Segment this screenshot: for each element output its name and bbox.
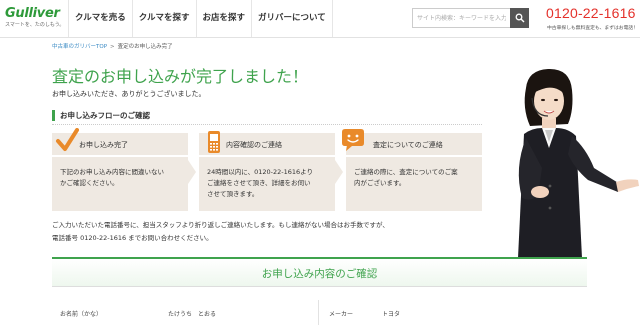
confirm-section-header: お申し込み内容のご確認 <box>52 257 587 286</box>
speech-bubble-icon <box>342 129 364 151</box>
breadcrumb-home-link[interactable]: 中古車のガリバーTOP <box>52 44 107 50</box>
mobile-phone-icon <box>208 131 220 153</box>
site-header: Gulliver スマートを、たのしもう。 クルマを売る クルマを探す お店を探… <box>0 0 640 38</box>
phone-note: 中古車探しも無料査定も、まずはお電話！ <box>547 26 638 31</box>
flow-step-completed: お申し込み完了 下記のお申し込み内容に間違いない かご確認ください。 <box>52 128 188 211</box>
breadcrumb: 中古車のガリバーTOP > 査定のお申し込み完了 <box>52 42 173 50</box>
flow-step-body: 下記のお申し込み内容に間違いない かご確認ください。 <box>60 167 182 189</box>
breadcrumb-separator: > <box>110 44 115 50</box>
logo-tagline: スマートを、たのしもう。 <box>5 22 65 28</box>
site-search <box>412 8 529 28</box>
flow-step-contact: 内容確認のご連絡 24時間以内に、0120-22-1616より ご連絡をさせて頂… <box>199 131 335 211</box>
gulliver-logo[interactable]: Gulliver スマートを、たのしもう。 <box>5 7 67 31</box>
nav-item-search-car[interactable]: クルマを探す <box>131 0 196 37</box>
table-column-divider <box>318 300 319 325</box>
flow-step-title: 内容確認のご連絡 <box>226 141 282 149</box>
flow-step-title: 査定についてのご連絡 <box>373 141 443 149</box>
maker-label: メーカー <box>329 311 354 318</box>
name-label: お名前（かな） <box>60 311 103 318</box>
page-title: 査定のお申し込みが完了しました！ <box>52 67 309 86</box>
intro-text: お申し込みいただき、ありがとうございました。 <box>52 90 206 98</box>
flow-step-body: 24時間以内に、0120-22-1616より ご連絡をさせて頂き、詳細をお伺い … <box>207 167 329 200</box>
search-button[interactable] <box>510 8 529 28</box>
heading-divider <box>52 124 482 125</box>
phone-number[interactable]: 0120-22-1616 <box>546 5 636 21</box>
flow-step-body-line: ご連絡の際に、査定についてのご案 <box>354 168 458 176</box>
flow-step-body-line: 下記のお申し込み内容に間違いない <box>60 168 164 176</box>
name-value: たけうち とおる <box>168 311 217 318</box>
staff-woman-image <box>518 68 639 258</box>
flow-step-body-line: させて頂きます。 <box>207 190 259 198</box>
breadcrumb-current: 査定のお申し込み完了 <box>117 44 173 50</box>
flow-arrow <box>335 160 343 184</box>
flow-arrow <box>188 160 196 184</box>
flow-step-body-line: ご連絡をさせて頂き、詳細をお伺い <box>207 179 311 187</box>
search-icon <box>515 13 524 23</box>
flow-section-heading: お申し込みフローのご確認 <box>52 110 150 121</box>
logo-text: Gulliver <box>5 6 60 21</box>
callback-note: ご入力いただいた電話番号に、担当スタッフより折り返しご連絡いたします。もし連絡が… <box>52 221 389 229</box>
flow-step-body-line: かご確認ください。 <box>60 179 119 187</box>
contact-note: 電話番号 0120-22-1616 までお問い合わせください。 <box>52 234 213 242</box>
nav-item-about[interactable]: ガリバーについて <box>251 0 333 37</box>
flow-step-body-line: 24時間以内に、0120-22-1616より <box>207 168 313 176</box>
search-input[interactable] <box>413 9 510 27</box>
flow-step-body: ご連絡の際に、査定についてのご案 内がございます。 <box>354 167 476 189</box>
check-icon <box>56 128 79 151</box>
nav-item-sell[interactable]: クルマを売る <box>68 0 132 37</box>
nav-item-find-store[interactable]: お店を探す <box>195 0 252 37</box>
flow-step-title: お申し込み完了 <box>79 141 128 149</box>
flow-step-body-line: 内がございます。 <box>354 179 406 187</box>
confirm-section-title: お申し込み内容のご確認 <box>261 268 378 280</box>
main-nav: クルマを売る クルマを探す お店を探す ガリバーについて <box>68 0 333 37</box>
table-divider <box>52 286 587 287</box>
flow-step-appraisal: 査定についてのご連絡 ご連絡の際に、査定についてのご案 内がございます。 <box>342 129 482 211</box>
maker-value: トヨタ <box>382 311 401 318</box>
